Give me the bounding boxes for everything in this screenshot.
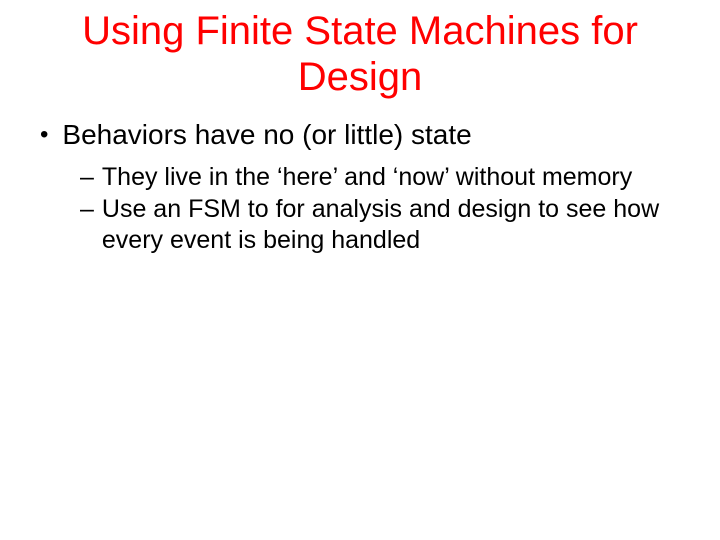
subbullet-text: They live in the ‘here’ and ‘now’ withou… [102,162,690,193]
bullet-level2: – Use an FSM to for analysis and design … [80,194,690,255]
bullet-marker-icon: • [40,118,48,152]
subbullet-text: Use an FSM to for analysis and design to… [102,194,690,255]
dash-marker-icon: – [80,162,94,193]
dash-marker-icon: – [80,194,94,225]
bullet-text: Behaviors have no (or little) state [62,118,690,152]
slide-title: Using Finite State Machines for Design [30,8,690,100]
bullet-level1: • Behaviors have no (or little) state [40,118,690,152]
bullet-level2: – They live in the ‘here’ and ‘now’ with… [80,162,690,193]
